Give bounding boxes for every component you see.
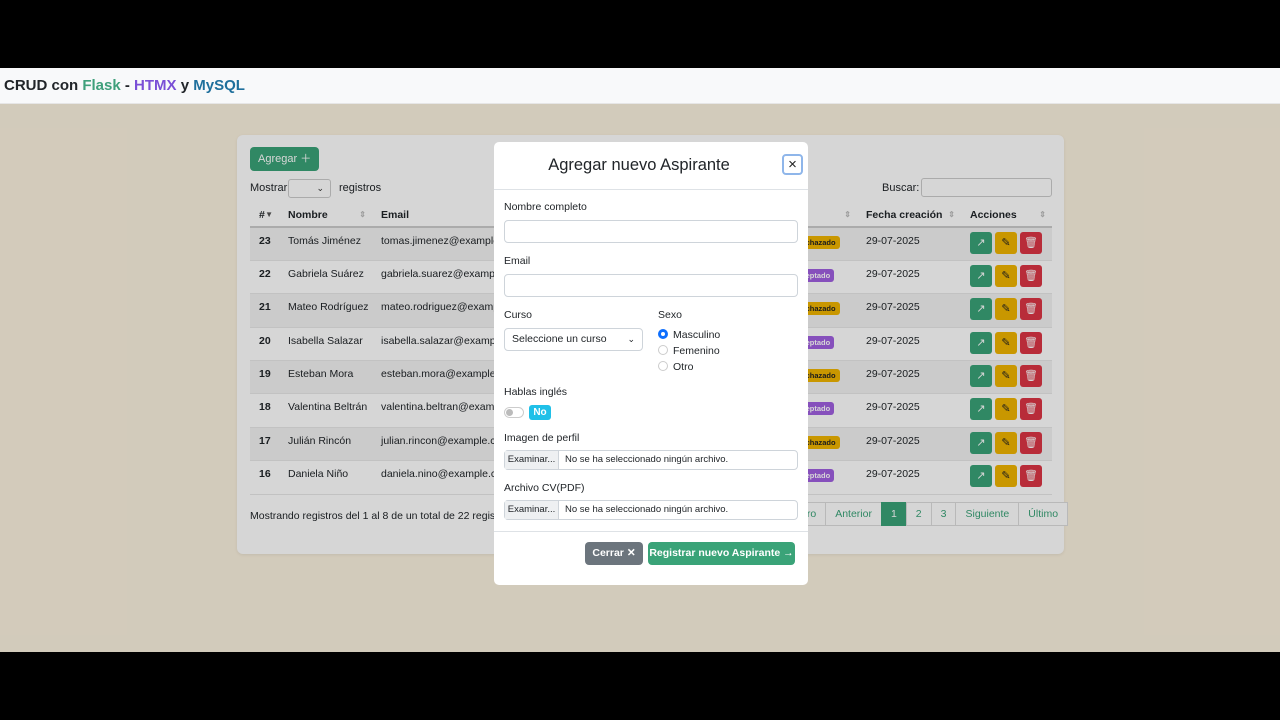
browse-button[interactable]: Examinar... bbox=[505, 501, 559, 519]
add-applicant-modal: Agregar nuevo Aspirante × Nombre complet… bbox=[494, 142, 808, 585]
radio-unchecked-icon bbox=[658, 361, 668, 371]
radio-femenino[interactable]: Femenino bbox=[658, 345, 720, 357]
email-input[interactable] bbox=[504, 274, 798, 297]
modal-header: Agregar nuevo Aspirante × bbox=[494, 142, 808, 190]
cv-file-input[interactable]: Examinar... No se ha seleccionado ningún… bbox=[504, 500, 798, 520]
name-label: Nombre completo bbox=[504, 201, 587, 213]
browse-button[interactable]: Examinar... bbox=[505, 451, 559, 469]
radio-checked-icon bbox=[658, 329, 668, 339]
navbar: CRUD con Flask - HTMX y MySQL bbox=[0, 68, 1280, 104]
radio-masculino[interactable]: Masculino bbox=[658, 329, 720, 341]
photo-file-input[interactable]: Examinar... No se ha seleccionado ningún… bbox=[504, 450, 798, 470]
file-status: No se ha seleccionado ningún archivo. bbox=[565, 454, 729, 465]
radio-otro[interactable]: Otro bbox=[658, 361, 693, 373]
photo-label: Imagen de perfil bbox=[504, 432, 580, 444]
english-label: Hablas inglés bbox=[504, 386, 568, 398]
submit-button[interactable]: Registrar nuevo Aspirante → bbox=[648, 542, 795, 565]
chevron-down-icon: ⌄ bbox=[627, 334, 635, 344]
english-toggle[interactable] bbox=[504, 407, 524, 418]
page: CRUD con Flask - HTMX y MySQL Agregar ＋ … bbox=[0, 68, 1280, 652]
close-icon[interactable]: × bbox=[782, 154, 803, 175]
name-input[interactable] bbox=[504, 220, 798, 243]
course-label: Curso bbox=[504, 309, 533, 321]
radio-unchecked-icon bbox=[658, 345, 668, 355]
course-select[interactable]: Seleccione un curso ⌄ bbox=[504, 328, 643, 351]
cv-label: Archivo CV(PDF) bbox=[504, 482, 585, 494]
footer-divider bbox=[494, 531, 808, 532]
toggle-knob bbox=[506, 409, 513, 416]
modal-title: Agregar nuevo Aspirante bbox=[548, 156, 730, 174]
file-status: No se ha seleccionado ningún archivo. bbox=[565, 504, 729, 515]
english-value-badge: No bbox=[529, 405, 551, 420]
cancel-button[interactable]: Cerrar ✕ bbox=[585, 542, 643, 565]
email-label: Email bbox=[504, 255, 531, 267]
brand-title[interactable]: CRUD con Flask - HTMX y MySQL bbox=[4, 77, 245, 94]
sex-label: Sexo bbox=[658, 309, 682, 321]
